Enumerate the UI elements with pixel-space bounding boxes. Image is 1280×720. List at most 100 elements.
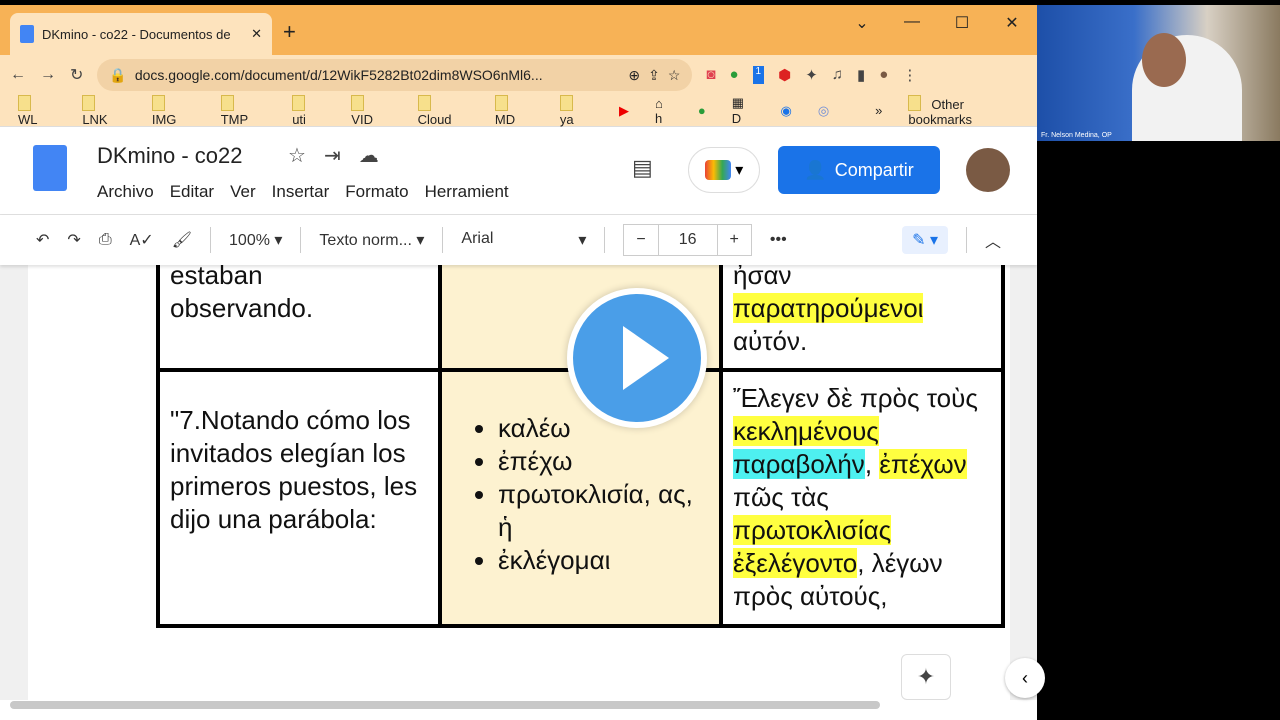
webcam-label: Fr. Nelson Medina, OP [1041, 132, 1112, 139]
reload-button[interactable]: ↻ [70, 65, 83, 85]
bookmark-folder[interactable]: MD [495, 95, 534, 127]
redo-icon[interactable]: ↷ [67, 230, 80, 250]
vocab-list: καλέω ἐπέχω πρωτοκλισία, ας, ἡ ἐκλέγομαι [452, 412, 709, 577]
editing-mode-button[interactable]: ✎ ▾ [902, 226, 948, 254]
divider [965, 227, 967, 253]
share-button[interactable]: 👤 Compartir [778, 146, 940, 194]
bookmark-label: h [654, 110, 663, 126]
browser-window: DKmino - co22 - Documentos de ✕ + ⌄ — ☐ ✕ ← →… [0, 5, 1037, 720]
paint-format-icon[interactable]: 🖌 [172, 230, 192, 250]
tab-bar: DKmino - co22 - Documentos de ✕ + ⌄ — ☐ ✕ [0, 5, 1037, 55]
side-panel-toggle[interactable]: ‹ [1005, 658, 1045, 698]
document-page[interactable]: estaban observando. ἦσαν παρατηρούμενοι αὐτ… [28, 225, 1010, 700]
bookmark-d[interactable]: ▦ D [732, 95, 755, 126]
pocket-icon[interactable]: ◙ [706, 66, 715, 84]
horizontal-scrollbar[interactable] [10, 701, 880, 709]
menu-ver[interactable]: Ver [230, 182, 256, 202]
text: , [864, 449, 880, 479]
menu-insertar[interactable]: Insertar [272, 182, 330, 202]
collapse-toolbar-icon[interactable]: ︿ [985, 228, 1001, 252]
font-size-stepper: −16 + [623, 224, 752, 256]
font-select[interactable]: Arial ▾ [461, 230, 586, 250]
video-play-button[interactable] [567, 288, 707, 428]
cloud-status-icon[interactable]: ☁ [359, 143, 379, 168]
docs-logo[interactable] [33, 145, 67, 191]
bookmark-folder[interactable]: TMP [221, 95, 266, 127]
bookmark-h[interactable]: ⌂ h [655, 96, 672, 126]
print-icon[interactable]: ⎙ [99, 231, 112, 249]
decrease-font-button[interactable]: − [624, 231, 657, 249]
evernote-icon[interactable]: ● [729, 66, 738, 84]
text: αὐτόν. [733, 326, 808, 356]
list-item: ἐκλέγομαι [498, 544, 709, 577]
url-bar[interactable]: 🔒 docs.google.com/document/d/12WikF5282Bt… [97, 59, 693, 91]
more-bookmarks-icon[interactable]: » [875, 103, 882, 118]
bookmark-folder[interactable]: LNK [82, 95, 126, 127]
explore-button[interactable]: ✦ [901, 654, 951, 700]
more-options-icon[interactable]: ••• [770, 231, 787, 249]
document-title[interactable]: DKmino - co22 [97, 143, 243, 169]
forward-button[interactable]: → [40, 66, 56, 84]
spellcheck-icon[interactable]: A✓ [130, 230, 154, 250]
highlighted-word: ἐξελέγοντο [733, 548, 858, 578]
lock-icon: 🔒 [109, 66, 127, 83]
bookmark-folder[interactable]: uti [292, 95, 325, 127]
menu-herramientas[interactable]: Herramient [425, 182, 509, 202]
tab-docs[interactable]: DKmino - co22 - Documentos de ✕ [10, 13, 272, 55]
move-folder-icon[interactable]: ⇥ [324, 143, 341, 168]
docs-header: DKmino - co22 ☆ ⇥ ☁ Archivo Editar Ver Ins… [0, 127, 1037, 215]
sidepanel-icon[interactable]: ▮ [857, 66, 865, 84]
font-value: Arial [461, 230, 494, 247]
webcam-overlay: Fr. Nelson Medina, OP [1037, 5, 1280, 141]
font-size-input[interactable]: 16 [657, 225, 718, 255]
zoom-icon[interactable]: ⊕ [628, 67, 640, 84]
media-icon[interactable]: ♫ [832, 66, 843, 84]
document-canvas: estaban observando. ἦσαν παρατηρούμενοι αὐτ… [0, 225, 1037, 700]
share-page-icon[interactable]: ⇪ [648, 67, 660, 84]
extension-badge[interactable]: 1 [752, 66, 765, 84]
divider [604, 227, 606, 253]
close-window-button[interactable]: ✕ [987, 13, 1037, 33]
bookmark-folder[interactable]: WL [18, 95, 56, 127]
greek-cell[interactable]: Ἔλεγεν δὲ πρὸς τοὺς κεκλημένους παραβολή… [719, 368, 1005, 628]
maximize-button[interactable]: ☐ [937, 13, 987, 33]
bookmark-folder[interactable]: VID [351, 95, 391, 127]
account-avatar[interactable] [966, 148, 1010, 192]
menu-kebab-icon[interactable]: ⋮ [902, 66, 917, 84]
zoom-select[interactable]: 100% ▾ [229, 230, 282, 250]
menu-archivo[interactable]: Archivo [97, 182, 154, 202]
bookmark-star-icon[interactable]: ☆ [668, 67, 681, 84]
menu-editar[interactable]: Editar [170, 182, 214, 202]
profile-avatar[interactable]: ● [879, 66, 888, 84]
bookmark-youtube[interactable]: ▶ [619, 103, 629, 119]
address-bar-row: ← → ↻ 🔒 docs.google.com/document/d/12WikF52… [0, 55, 1037, 95]
style-select[interactable]: Texto norm... ▾ [319, 230, 424, 250]
list-item: ἐπέχω [498, 445, 709, 478]
evernote-bookmark-icon[interactable]: ● [698, 103, 706, 118]
text: observando. [170, 293, 314, 323]
bookmark-folder[interactable]: IMG [152, 95, 195, 127]
bookmark-folder[interactable]: ya [560, 95, 593, 127]
presenter-head [1142, 33, 1186, 87]
menu-formato[interactable]: Formato [345, 182, 408, 202]
star-icon[interactable]: ☆ [288, 143, 306, 168]
divider [210, 227, 212, 253]
meet-button[interactable]: ▾ [688, 147, 760, 193]
other-bookmarks[interactable]: Other bookmarks [908, 95, 1019, 127]
minimize-button[interactable]: — [887, 13, 937, 33]
bookmark-folder[interactable]: Cloud [418, 95, 469, 127]
undo-icon[interactable]: ↶ [36, 230, 49, 250]
comments-icon[interactable]: ▤ [632, 155, 653, 181]
increase-font-button[interactable]: + [718, 231, 751, 249]
tab-search-icon[interactable]: ⌄ [837, 13, 887, 33]
globe-bookmark-icon[interactable]: ◉ [780, 103, 791, 119]
close-tab-icon[interactable]: ✕ [251, 26, 262, 42]
spanish-cell[interactable]: "7.Notando cómo los invitados elegían lo… [156, 368, 442, 628]
tab-title: DKmino - co22 - Documentos de [42, 26, 231, 42]
new-tab-button[interactable]: + [283, 19, 296, 45]
back-button[interactable]: ← [10, 66, 26, 84]
menu-bar: Archivo Editar Ver Insertar Formato Herr… [97, 182, 509, 202]
adblock-icon[interactable]: ⬢ [778, 66, 791, 84]
extensions-puzzle-icon[interactable]: ✦ [805, 66, 818, 84]
podcast-bookmark-icon[interactable]: ◎ [818, 103, 829, 119]
